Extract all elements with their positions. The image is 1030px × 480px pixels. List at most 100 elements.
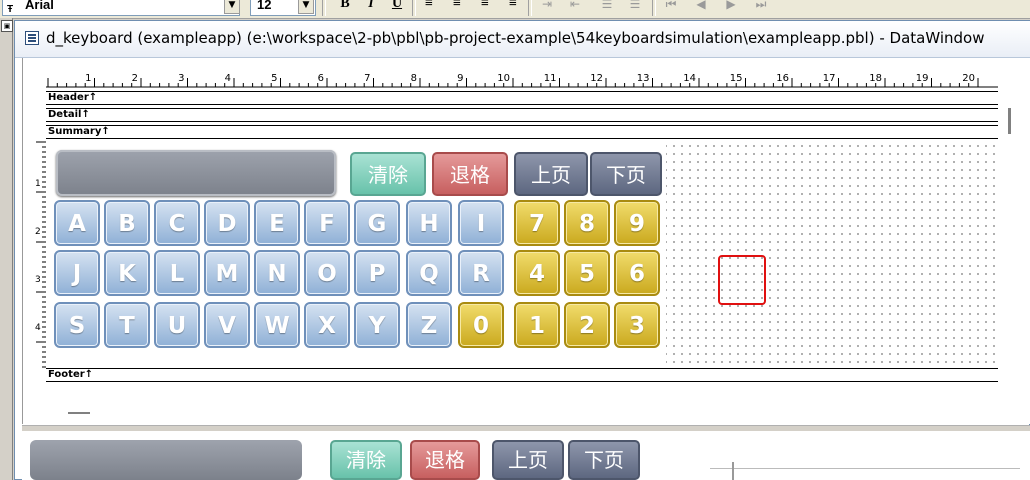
clear-button[interactable]: 清除 [350, 152, 426, 196]
vruler-number: 1 [35, 179, 41, 189]
align-center-icon[interactable]: ≡ [446, 0, 468, 16]
page-down-button[interactable]: 下页 [590, 152, 662, 196]
key-x[interactable]: X [304, 302, 350, 348]
key-v[interactable]: V [204, 302, 250, 348]
indent-icon[interactable]: ⇥ [536, 0, 558, 16]
toolbar: Ŧ Arial ▼ 12 ▼ B I U ≡ ≡ ≡ ≡ ⇥ ⇤ ☰ ☰ ⏮ ◀… [0, 0, 1030, 19]
left-panel-edge [0, 18, 13, 480]
align-justify-icon[interactable]: ≡ [502, 0, 524, 16]
key-r[interactable]: R [458, 250, 504, 296]
header-band[interactable]: Header↑ [46, 91, 998, 105]
key-3[interactable]: 3 [614, 302, 660, 348]
bullets-icon[interactable]: ☰ [596, 0, 618, 16]
key-0[interactable]: 0 [458, 302, 504, 348]
underline-button[interactable]: U [386, 0, 408, 16]
numbering-icon[interactable]: ☰ [624, 0, 646, 16]
align-left-icon[interactable]: ≡ [418, 0, 440, 16]
ruler-number: 18 [869, 73, 882, 84]
vertical-scrollbar[interactable] [1000, 92, 1018, 402]
font-size-value: 12 [257, 0, 272, 12]
key-g[interactable]: G [354, 200, 400, 246]
ruler-number: 15 [730, 73, 743, 84]
prior-page-icon[interactable]: ◀ [690, 0, 712, 16]
key-l[interactable]: L [154, 250, 200, 296]
last-page-icon[interactable]: ⏭ [750, 0, 772, 16]
key-k[interactable]: K [104, 250, 150, 296]
toolbar-separator [322, 0, 326, 16]
backspace-button[interactable]: 退格 [432, 152, 508, 196]
preview-clear-button[interactable]: 清除 [330, 440, 402, 480]
preview-page-down-button[interactable]: 下页 [568, 440, 640, 480]
key-5[interactable]: 5 [564, 250, 610, 296]
italic-button[interactable]: I [360, 0, 382, 16]
key-m[interactable]: M [204, 250, 250, 296]
horizontal-scroll-indicator [68, 412, 90, 414]
key-t[interactable]: T [104, 302, 150, 348]
next-page-icon[interactable]: ▶ [720, 0, 742, 16]
key-c[interactable]: C [154, 200, 200, 246]
horizontal-ruler: 1 2 3 4 5 6 7 8 9 10 11 12 13 14 15 16 17 18 19 20 [46, 66, 998, 88]
ruler-number: 5 [271, 73, 277, 84]
detail-band[interactable]: Detail↑ [46, 108, 998, 122]
ruler-number: 7 [364, 73, 370, 84]
ruler-number: 1 [85, 73, 91, 84]
key-4[interactable]: 4 [514, 250, 560, 296]
scrollbar-thumb[interactable] [1008, 108, 1011, 134]
ruler-number: 16 [776, 73, 789, 84]
key-1[interactable]: 1 [514, 302, 560, 348]
preview-display-field [30, 440, 302, 480]
key-e[interactable]: E [254, 200, 300, 246]
key-7[interactable]: 7 [514, 200, 560, 246]
vruler-number: 2 [35, 227, 41, 237]
key-y[interactable]: Y [354, 302, 400, 348]
ruler-number: 11 [544, 73, 557, 84]
key-8[interactable]: 8 [564, 200, 610, 246]
key-d[interactable]: D [204, 200, 250, 246]
input-display-field[interactable] [56, 150, 336, 196]
align-right-icon[interactable]: ≡ [474, 0, 496, 16]
key-h[interactable]: H [406, 200, 452, 246]
summary-band[interactable]: Summary↑ [46, 125, 998, 139]
key-u[interactable]: U [154, 302, 200, 348]
ruler-number: 17 [823, 73, 836, 84]
ruler-number: 10 [497, 73, 510, 84]
font-name-value: Arial [25, 0, 54, 12]
preview-marker [732, 462, 734, 480]
key-a[interactable]: A [54, 200, 100, 246]
bold-button[interactable]: B [334, 0, 356, 16]
key-z[interactable]: Z [406, 302, 452, 348]
footer-band[interactable]: Footer↑ [46, 368, 998, 382]
key-n[interactable]: N [254, 250, 300, 296]
key-w[interactable]: W [254, 302, 300, 348]
preview-backspace-button[interactable]: 退格 [410, 440, 480, 480]
font-name-dropdown-icon[interactable]: ▼ [224, 0, 240, 14]
first-page-icon[interactable]: ⏮ [660, 0, 682, 16]
ruler-number: 13 [637, 73, 650, 84]
ruler-number: 20 [962, 73, 975, 84]
key-i[interactable]: I [458, 200, 504, 246]
ruler-number: 9 [457, 73, 463, 84]
ruler-number: 2 [132, 73, 138, 84]
selection-highlight [718, 255, 766, 305]
font-size-dropdown-icon[interactable]: ▼ [298, 0, 314, 14]
key-o[interactable]: O [304, 250, 350, 296]
preview-page-up-button[interactable]: 上页 [492, 440, 564, 480]
key-2[interactable]: 2 [564, 302, 610, 348]
outdent-icon[interactable]: ⇤ [564, 0, 586, 16]
panel-restore-icon[interactable]: ▣ [1, 20, 13, 32]
ruler-number: 3 [178, 73, 184, 84]
key-j[interactable]: J [54, 250, 100, 296]
key-f[interactable]: F [304, 200, 350, 246]
key-s[interactable]: S [54, 302, 100, 348]
key-p[interactable]: P [354, 250, 400, 296]
page-up-button[interactable]: 上页 [514, 152, 588, 196]
key-b[interactable]: B [104, 200, 150, 246]
vertical-ruler: 1 2 3 4 [34, 140, 46, 372]
key-9[interactable]: 9 [614, 200, 660, 246]
key-q[interactable]: Q [406, 250, 452, 296]
key-6[interactable]: 6 [614, 250, 660, 296]
ruler-number: 12 [590, 73, 603, 84]
font-name-combo[interactable]: Ŧ Arial [2, 0, 240, 16]
ruler-number: 4 [225, 73, 231, 84]
vruler-number: 3 [35, 275, 41, 285]
